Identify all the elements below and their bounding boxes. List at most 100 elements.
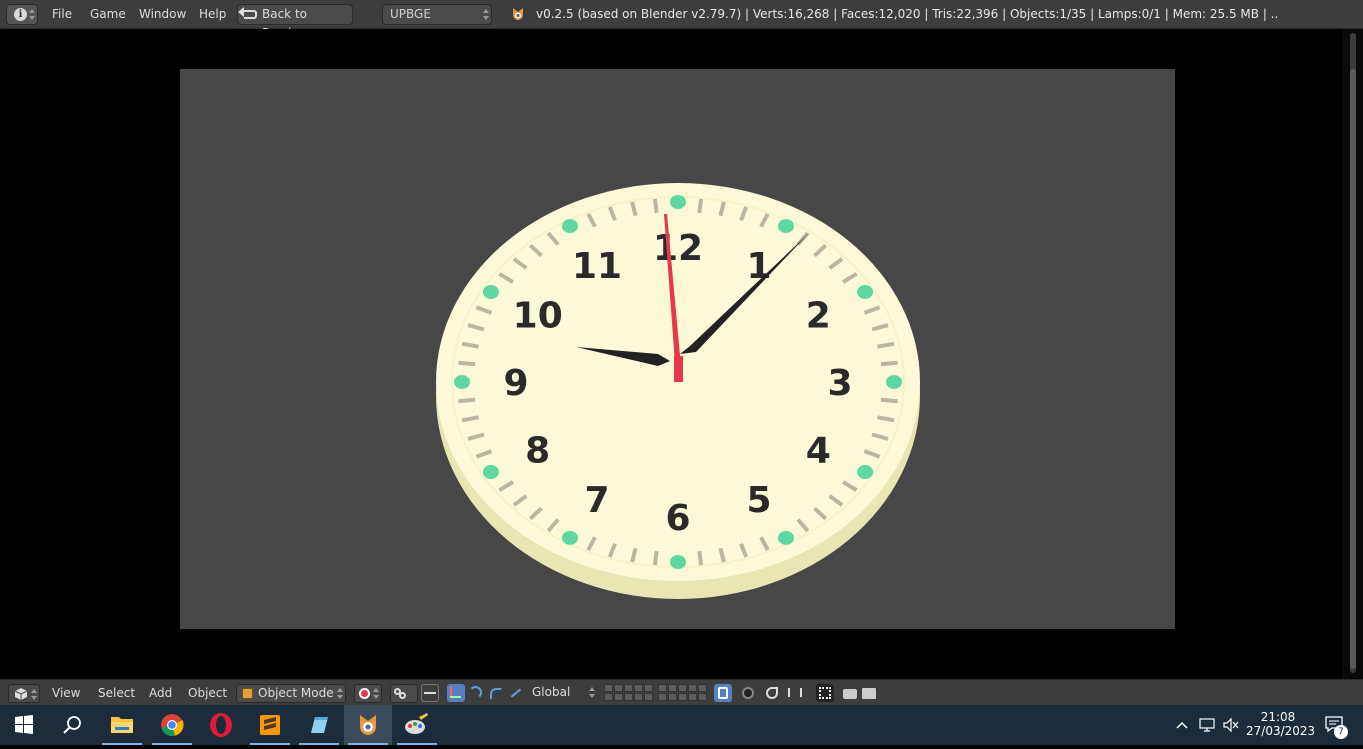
opengl-render-anim-icon[interactable] [860, 684, 878, 702]
dropdown-icon [373, 688, 379, 699]
clock-hour-dot [482, 285, 499, 299]
clock-minute-tick [880, 360, 898, 367]
menu-game[interactable]: Game [90, 7, 126, 21]
clock-minute-tick [652, 198, 659, 214]
interaction-mode-select[interactable]: Object Mode [236, 684, 346, 703]
pivot-point-select[interactable] [390, 684, 418, 703]
dropdown-icon [483, 9, 489, 20]
menu-window[interactable]: Window [139, 7, 186, 21]
clock-hour-dot [778, 530, 794, 545]
clock-hour-dot [670, 555, 686, 569]
dropdown-icon [31, 689, 37, 700]
rotate-manipulator-icon[interactable] [467, 684, 485, 702]
clock-hour-dot [778, 219, 794, 234]
file-explorer-icon[interactable] [98, 705, 146, 745]
scale-manipulator-icon[interactable] [487, 684, 505, 702]
snap-element-icon[interactable] [786, 684, 804, 702]
cube-view-icon [14, 688, 28, 700]
transform-orientation-select[interactable]: Global [527, 684, 597, 703]
network-icon[interactable] [1198, 717, 1216, 733]
clock-hour-dot [482, 465, 499, 479]
clock-numeral-11: 11 [572, 246, 622, 287]
viewport-scrollbar[interactable] [1342, 29, 1363, 679]
clock-time: 21:08 [1260, 710, 1296, 724]
menu-view[interactable]: View [52, 686, 80, 700]
menu-object[interactable]: Object [188, 686, 227, 700]
layers-group-1[interactable] [604, 684, 653, 702]
chevron-up-icon[interactable] [1175, 718, 1189, 732]
clock-minute-tick [652, 550, 659, 566]
notepad-icon[interactable] [295, 705, 343, 745]
notification-center-icon[interactable]: 7 [1322, 713, 1348, 739]
clock-hour-dot [886, 375, 902, 389]
menu-file[interactable]: File [52, 7, 72, 21]
clock-numeral-9: 9 [503, 363, 528, 404]
clock-render: 12 1234567891011 [436, 183, 920, 599]
orientation-value: Global [532, 685, 571, 699]
shading-icon [359, 688, 370, 699]
system-clock[interactable]: 21:08 27/03/2023 [1246, 710, 1316, 738]
clock-numeral-2: 2 [806, 296, 831, 337]
lock-layers-icon[interactable] [714, 684, 732, 702]
dropdown-icon [337, 688, 343, 699]
clock-hour-dot [857, 465, 874, 479]
clock-minute-tick [697, 198, 704, 214]
clock-date: 27/03/2023 [1246, 724, 1316, 738]
notification-count-badge: 7 [1334, 725, 1348, 739]
clock-numeral-8: 8 [525, 431, 550, 472]
clock-minute-tick [458, 360, 476, 367]
viewport-shading-select[interactable] [354, 684, 382, 703]
menu-select[interactable]: Select [98, 686, 135, 700]
interaction-mode-value: Object Mode [258, 686, 334, 700]
clock-hour-dot [670, 195, 686, 209]
clock-hour-dot [562, 219, 578, 234]
clock-numeral-12: 12 [653, 228, 703, 269]
clock-numeral-6: 6 [665, 498, 690, 539]
clock-numeral-7: 7 [584, 480, 609, 521]
opengl-render-icon[interactable] [841, 684, 859, 702]
chrome-icon[interactable] [148, 705, 196, 745]
volume-muted-icon[interactable] [1222, 717, 1240, 733]
layers-group-2[interactable] [658, 684, 707, 702]
windows-taskbar: 21:08 27/03/2023 7 [0, 705, 1363, 745]
upbge-logo-icon [513, 8, 523, 20]
info-icon: i [14, 8, 27, 21]
search-icon[interactable] [48, 705, 96, 745]
render-border-icon[interactable] [816, 684, 834, 702]
second-hand-base [674, 356, 683, 382]
spinner-icon [29, 9, 35, 20]
proportional-edit-icon[interactable] [739, 684, 757, 702]
dropdown-icon [589, 687, 595, 698]
menu-help[interactable]: Help [199, 7, 226, 21]
manipulator-toggle-icon[interactable] [421, 684, 439, 702]
clock-hour-dot [857, 285, 874, 299]
translate-manipulator-icon[interactable] [447, 684, 465, 702]
scrollbar-thumb[interactable] [1350, 69, 1356, 669]
info-header: i File Game Window Help Back to Previous… [0, 0, 1363, 40]
scene-statistics: v0.2.5 (based on Blender v2.79.7) | Vert… [536, 7, 1279, 21]
clock-numeral-3: 3 [827, 363, 852, 404]
sublime-text-icon[interactable] [246, 705, 294, 745]
camera-render-area[interactable]: 12 1 2 3 4 5 6 7 8 9 10 11 [180, 69, 1175, 629]
paint-icon[interactable] [393, 705, 441, 745]
transform-icon[interactable] [507, 684, 525, 702]
back-arrow-icon [238, 7, 257, 19]
3d-viewport[interactable]: 12 1 2 3 4 5 6 7 8 9 10 11 [0, 29, 1342, 679]
clock-hour-dot [562, 530, 578, 545]
snap-icon[interactable] [763, 684, 781, 702]
menu-add[interactable]: Add [149, 686, 172, 700]
clock-hour-dot [454, 375, 470, 389]
3d-view-header: View Select Add Object Object Mode Globa… [0, 679, 1363, 705]
upbge-icon[interactable] [344, 705, 392, 745]
back-to-previous-button[interactable]: Back to Previous [237, 4, 353, 40]
clock-minute-tick [697, 550, 704, 566]
clock-numeral-10: 10 [513, 296, 563, 337]
opera-icon[interactable] [197, 705, 245, 745]
render-engine-select[interactable]: UPBGE [382, 4, 492, 25]
editor-type-3d-button[interactable] [8, 684, 40, 703]
render-engine-value: UPBGE [390, 7, 431, 21]
clock-numeral-4: 4 [806, 431, 831, 472]
start-icon[interactable] [0, 705, 48, 745]
clock-minute-tick [458, 397, 476, 404]
editor-type-button[interactable]: i [6, 4, 38, 25]
